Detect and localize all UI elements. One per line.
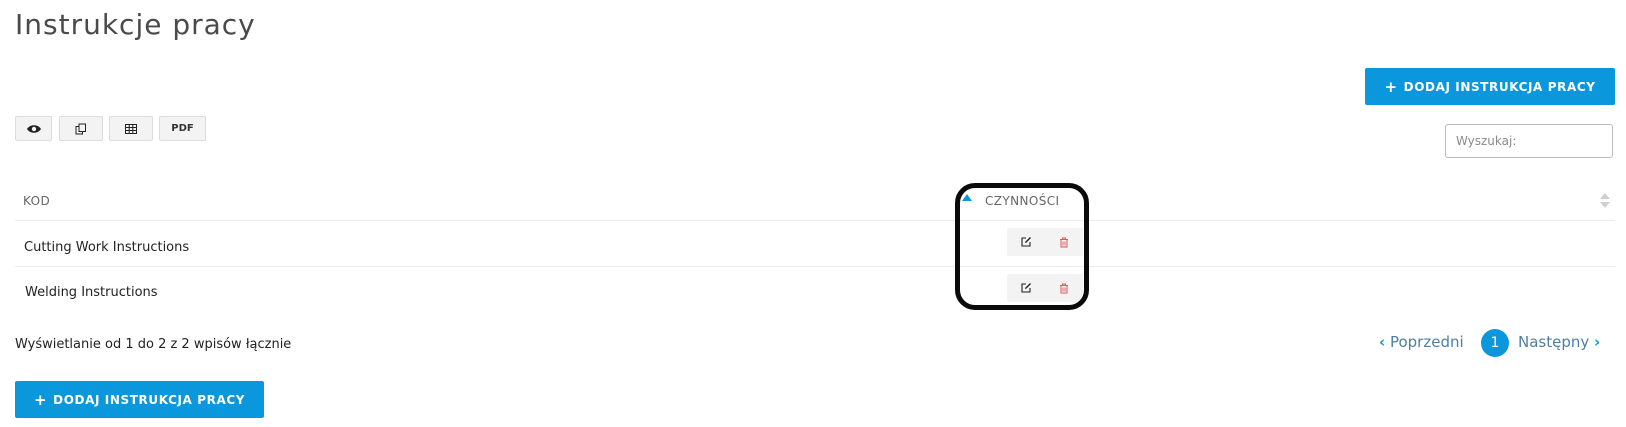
add-work-instruction-button[interactable]: + DODAJ INSTRUKCJA PRACY [1365,68,1615,105]
sort-icon[interactable] [1600,193,1610,211]
delete-button[interactable] [1045,228,1083,256]
chevron-right-icon: › [1594,333,1601,351]
next-page-label: Następny [1518,333,1590,351]
edit-button[interactable] [1007,274,1045,302]
search-input[interactable] [1445,124,1613,158]
row-kod-cell: Welding Instructions [25,285,158,300]
plus-icon: + [1384,77,1398,96]
pdf-button[interactable]: PDF [159,116,206,141]
chevron-left-icon: ‹ [1379,333,1386,351]
row-actions [1007,228,1083,256]
previous-page-button[interactable]: ‹ Poprzedni [1379,333,1464,351]
trash-icon [1060,283,1068,293]
column-visibility-button[interactable] [15,116,52,141]
copy-icon [75,123,86,134]
add-button-label: DODAJ INSTRUKCJA PRACY [1403,79,1596,94]
copy-button[interactable] [59,116,103,141]
edit-icon [1021,283,1031,293]
previous-page-label: Poprzedni [1389,333,1464,351]
row-divider [15,266,1615,267]
header-divider [15,220,1615,221]
add-work-instruction-button-bottom[interactable]: + DODAJ INSTRUKCJA PRACY [15,381,264,418]
table-icon [125,123,137,134]
next-page-button[interactable]: Następny › [1518,333,1600,351]
edit-button[interactable] [1007,228,1045,256]
sort-asc-icon[interactable] [962,194,972,201]
row-kod-cell: Cutting Work Instructions [24,240,190,255]
add-button-label: DODAJ INSTRUKCJA PRACY [53,392,246,407]
pdf-label: PDF [171,123,194,134]
column-header-czynnosci[interactable]: CZYNNOŚCI [985,194,1059,208]
trash-icon [1060,237,1068,247]
page-title: Instrukcje pracy [15,8,256,41]
edit-icon [1021,237,1031,247]
eye-icon [26,124,41,133]
column-header-kod[interactable]: KOD [23,194,50,208]
csv-button[interactable] [109,116,153,141]
row-actions [1007,274,1083,302]
table-info: Wyświetlanie od 1 do 2 z 2 wpisów łączni… [15,337,292,352]
plus-icon: + [33,390,48,409]
page-number-button[interactable]: 1 [1481,329,1509,357]
delete-button[interactable] [1045,274,1083,302]
